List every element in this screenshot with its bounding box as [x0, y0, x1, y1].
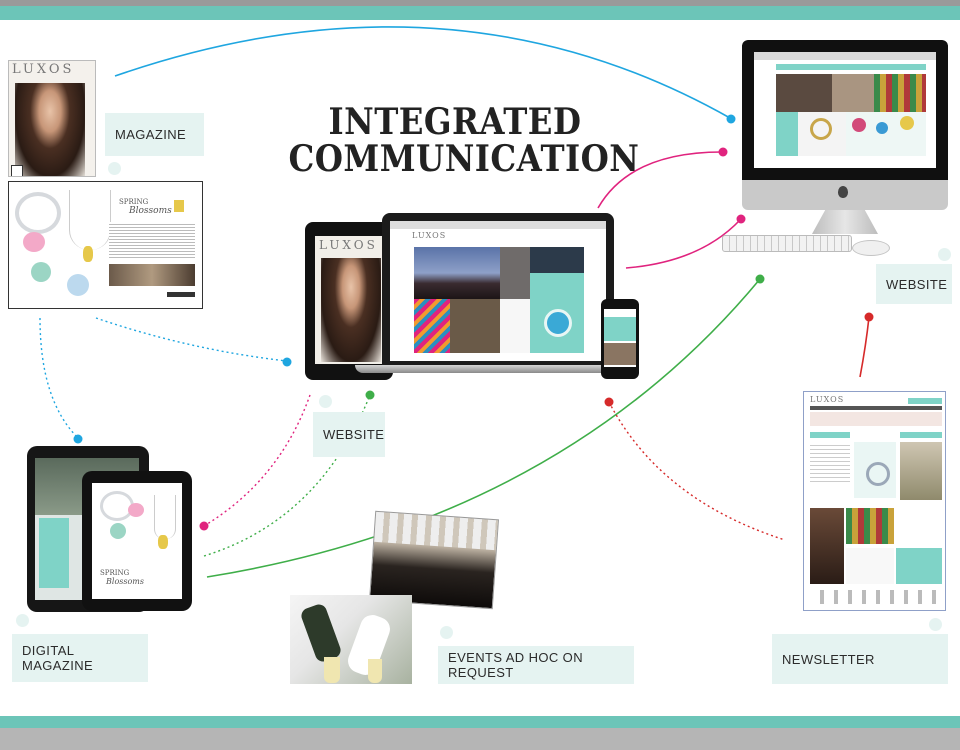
- label-events-tag: [440, 626, 453, 639]
- page-title: INTEGRATED COMMUNICATION: [288, 101, 640, 180]
- newsletter-brand: LUXOS: [810, 395, 845, 404]
- digital-blossoms: Blossoms: [106, 577, 144, 586]
- laptop-device: LUXOS: [382, 213, 614, 365]
- newsletter-image: LUXOS: [803, 391, 946, 611]
- label-digital-magazine-tag: [16, 614, 29, 627]
- line-digital-to-devices: [203, 394, 311, 527]
- label-events: EVENTS AD HOC ON REQUEST: [438, 646, 634, 684]
- line-magazine-to-digital: [39, 317, 79, 439]
- magazine-cover-image: LUXOS: [8, 60, 96, 177]
- label-website-top-tag: [938, 248, 951, 261]
- magazine-brand: LUXOS: [12, 62, 75, 77]
- mouse: [852, 240, 890, 256]
- digital-spring: SPRING: [100, 569, 130, 577]
- label-magazine-tag: [108, 162, 121, 175]
- title-line-2: COMMUNICATION: [288, 138, 640, 180]
- spread-spring: SPRING: [119, 198, 149, 206]
- label-website-center: WEBSITE: [313, 412, 385, 457]
- tablet-model-photo: [321, 258, 381, 362]
- label-website-center-tag: [319, 395, 332, 408]
- label-newsletter: NEWSLETTER: [772, 634, 948, 684]
- city-photo: [414, 247, 500, 299]
- digital-magazine-tablet-front: SPRING Blossoms: [82, 471, 192, 611]
- model-photo: [15, 83, 85, 176]
- laptop-brand: LUXOS: [412, 231, 447, 240]
- label-website-top: WEBSITE: [876, 264, 952, 304]
- laptop-base: [355, 365, 633, 373]
- imac-device: [742, 40, 948, 210]
- tablet-device: LUXOS: [305, 222, 393, 380]
- label-newsletter-tag: [929, 618, 942, 631]
- phone-device: [601, 299, 639, 379]
- spread-blossoms: Blossoms: [129, 206, 172, 216]
- label-magazine: MAGAZINE: [105, 113, 204, 156]
- label-digital-magazine: DIGITAL MAGAZINE: [12, 634, 148, 682]
- line-newsletter-to-website: [859, 316, 870, 378]
- event-champagne-photo: [290, 595, 412, 684]
- line-devices-to-newsletter: [608, 401, 786, 541]
- line-magazine-to-tablet: [95, 317, 288, 362]
- tablet-brand: LUXOS: [319, 238, 378, 252]
- title-line-1: INTEGRATED: [328, 101, 582, 143]
- apple-logo-icon: [838, 186, 848, 198]
- keyboard: [722, 235, 852, 252]
- magazine-spread-image: SPRING Blossoms: [8, 181, 203, 309]
- ring-illustration: [15, 192, 61, 234]
